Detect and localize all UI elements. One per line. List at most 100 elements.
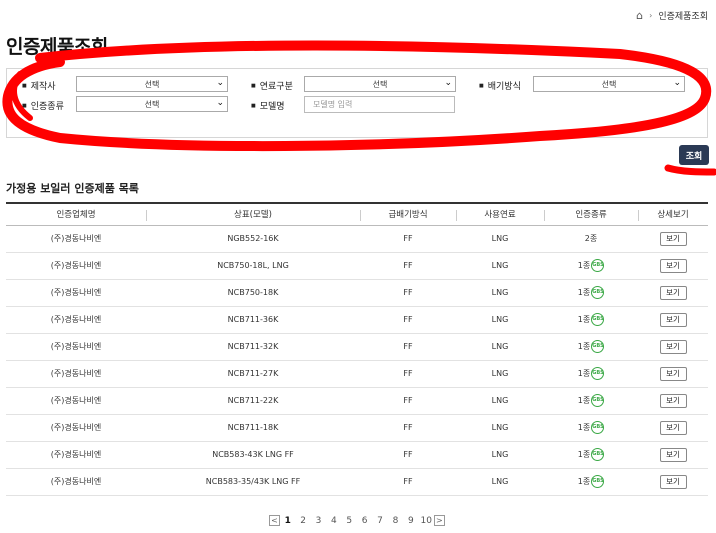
view-detail-button[interactable]: 보기	[659, 258, 687, 273]
exhaust-type-select-value: 선택	[601, 79, 617, 89]
cell-fuel: LNG	[491, 396, 509, 405]
chevron-down-icon: ⌄	[673, 78, 681, 88]
grade-badge-icon: GBS	[591, 259, 605, 272]
cert-type-field: 인증종류	[22, 99, 64, 112]
cell-detail: 보기	[638, 468, 708, 495]
page-number-4[interactable]: 4	[326, 516, 341, 526]
view-detail-button[interactable]: 보기	[659, 312, 687, 327]
cell-company: (주)경동나비엔	[50, 369, 102, 378]
grade-badge-icon: GBS	[591, 421, 605, 434]
cell-model: NGB552-16K	[227, 234, 279, 243]
grade-badge-icon: GBS	[591, 475, 605, 488]
view-detail-button[interactable]: 보기	[659, 231, 687, 246]
cell-company: (주)경동나비엔	[50, 423, 102, 432]
table-row: (주)경동나비엔 NCB583-43K LNG FF FF LNG 1종 GBS …	[6, 441, 708, 468]
grade-badge-icon: GBS	[591, 394, 605, 407]
cell-fuel: LNG	[491, 450, 509, 459]
table-row: (주)경동나비엔 NCB711-22K FF LNG 1종 GBS 보기	[6, 387, 708, 414]
header-cert: 인증종류	[544, 203, 638, 225]
cell-cert: 1종 GBS	[544, 414, 638, 441]
header-company: 인증업체명	[56, 210, 96, 221]
cell-company: (주)경동나비엔	[50, 342, 102, 351]
view-detail-button[interactable]: 보기	[659, 366, 687, 381]
cell-exhaust: FF	[403, 315, 413, 324]
page-number-3[interactable]: 3	[311, 516, 326, 526]
fuel-type-field: 연료구분	[251, 79, 293, 92]
cert-type-text: 1종	[577, 423, 591, 432]
manufacturer-label: 제작사	[22, 79, 56, 92]
table-row: (주)경동나비엔 NCB583-35/43K LNG FF FF LNG 1종 G…	[6, 468, 708, 495]
view-detail-button[interactable]: 보기	[659, 474, 687, 489]
cell-model: NCB711-36K	[227, 315, 279, 324]
manufacturer-select-value: 선택	[144, 79, 160, 89]
table-row: (주)경동나비엔 NCB750-18K FF LNG 1종 GBS 보기	[6, 279, 708, 306]
cell-fuel: LNG	[491, 261, 509, 270]
page-number-6[interactable]: 6	[357, 516, 372, 526]
cert-type-select[interactable]: 선택 ⌄	[76, 96, 228, 112]
next-page-button[interactable]: >	[433, 515, 445, 526]
page-number-10[interactable]: 10	[419, 516, 434, 526]
cert-type-text: 1종	[577, 342, 591, 351]
exhaust-type-label: 배기방식	[479, 79, 521, 92]
chevron-down-icon: ⌄	[216, 78, 224, 88]
table-row: (주)경동나비엔 NCB711-32K FF LNG 1종 GBS 보기	[6, 333, 708, 360]
header-model: 상표(모델)	[146, 203, 360, 225]
view-detail-button[interactable]: 보기	[659, 420, 687, 435]
cell-exhaust: FF	[403, 423, 413, 432]
breadcrumb-current[interactable]: 인증제품조회	[658, 9, 708, 22]
cell-cert: 1종 GBS	[544, 252, 638, 279]
cell-detail: 보기	[638, 441, 708, 468]
view-detail-button[interactable]: 보기	[659, 447, 687, 462]
breadcrumb-separator: ›	[649, 11, 653, 20]
table-row: (주)경동나비엔 NCB711-18K FF LNG 1종 GBS 보기	[6, 414, 708, 441]
model-name-label: 모델명	[251, 99, 285, 112]
cell-company: (주)경동나비엔	[50, 315, 102, 324]
exhaust-type-select[interactable]: 선택 ⌄	[533, 76, 685, 92]
page-number-8[interactable]: 8	[388, 516, 403, 526]
page-title: 인증제품조회	[6, 36, 108, 58]
fuel-type-select-value: 선택	[372, 79, 388, 89]
cert-type-text: 1종	[577, 288, 591, 297]
cell-model: NCB583-43K LNG FF	[212, 450, 294, 459]
cell-detail: 보기	[638, 414, 708, 441]
view-detail-button[interactable]: 보기	[659, 285, 687, 300]
table-header-row: 인증업체명 상표(모델) 급배기방식 사용연료 인증종류 상세보기	[6, 203, 708, 225]
cell-cert: 1종 GBS	[544, 441, 638, 468]
pagination: < 1 2 3 4 5 6 7 8 9 10 >	[269, 515, 445, 526]
cell-exhaust: FF	[403, 234, 413, 243]
cell-model: NCB711-22K	[227, 396, 279, 405]
page-number-9[interactable]: 9	[403, 516, 418, 526]
cert-type-select-value: 선택	[144, 99, 160, 109]
view-detail-button[interactable]: 보기	[659, 393, 687, 408]
page-number-7[interactable]: 7	[372, 516, 387, 526]
model-name-input[interactable]: 모델명 입력	[304, 96, 455, 113]
fuel-type-select[interactable]: 선택 ⌄	[304, 76, 456, 92]
cell-cert: 1종 GBS	[544, 468, 638, 495]
header-fuel: 사용연료	[456, 203, 544, 225]
cert-type-label: 인증종류	[22, 99, 64, 112]
cert-type-text: 2종	[584, 234, 598, 243]
search-button[interactable]: 조회	[679, 145, 709, 165]
grade-badge-icon: GBS	[591, 313, 605, 326]
cell-company: (주)경동나비엔	[50, 450, 102, 459]
cell-cert: 1종 GBS	[544, 306, 638, 333]
page-number-5[interactable]: 5	[342, 516, 357, 526]
page-number-2[interactable]: 2	[295, 516, 310, 526]
manufacturer-select[interactable]: 선택 ⌄	[76, 76, 228, 92]
cell-detail: 보기	[638, 360, 708, 387]
fuel-type-label: 연료구분	[251, 79, 293, 92]
view-detail-button[interactable]: 보기	[659, 339, 687, 354]
cell-detail: 보기	[638, 279, 708, 306]
cell-model: NCB711-18K	[227, 423, 279, 432]
chevron-down-icon: ⌄	[444, 78, 452, 88]
product-table: 인증업체명 상표(모델) 급배기방식 사용연료 인증종류 상세보기 (주)경동나…	[6, 202, 708, 496]
cell-company: (주)경동나비엔	[50, 477, 102, 486]
cell-fuel: LNG	[491, 369, 509, 378]
chevron-down-icon: ⌄	[216, 98, 224, 108]
cell-detail: 보기	[638, 252, 708, 279]
cell-exhaust: FF	[403, 450, 413, 459]
prev-page-button[interactable]: <	[269, 515, 280, 526]
page-number-1[interactable]: 1	[280, 516, 295, 526]
home-icon[interactable]: ⌂	[636, 9, 643, 22]
cell-cert: 2종	[544, 225, 638, 252]
